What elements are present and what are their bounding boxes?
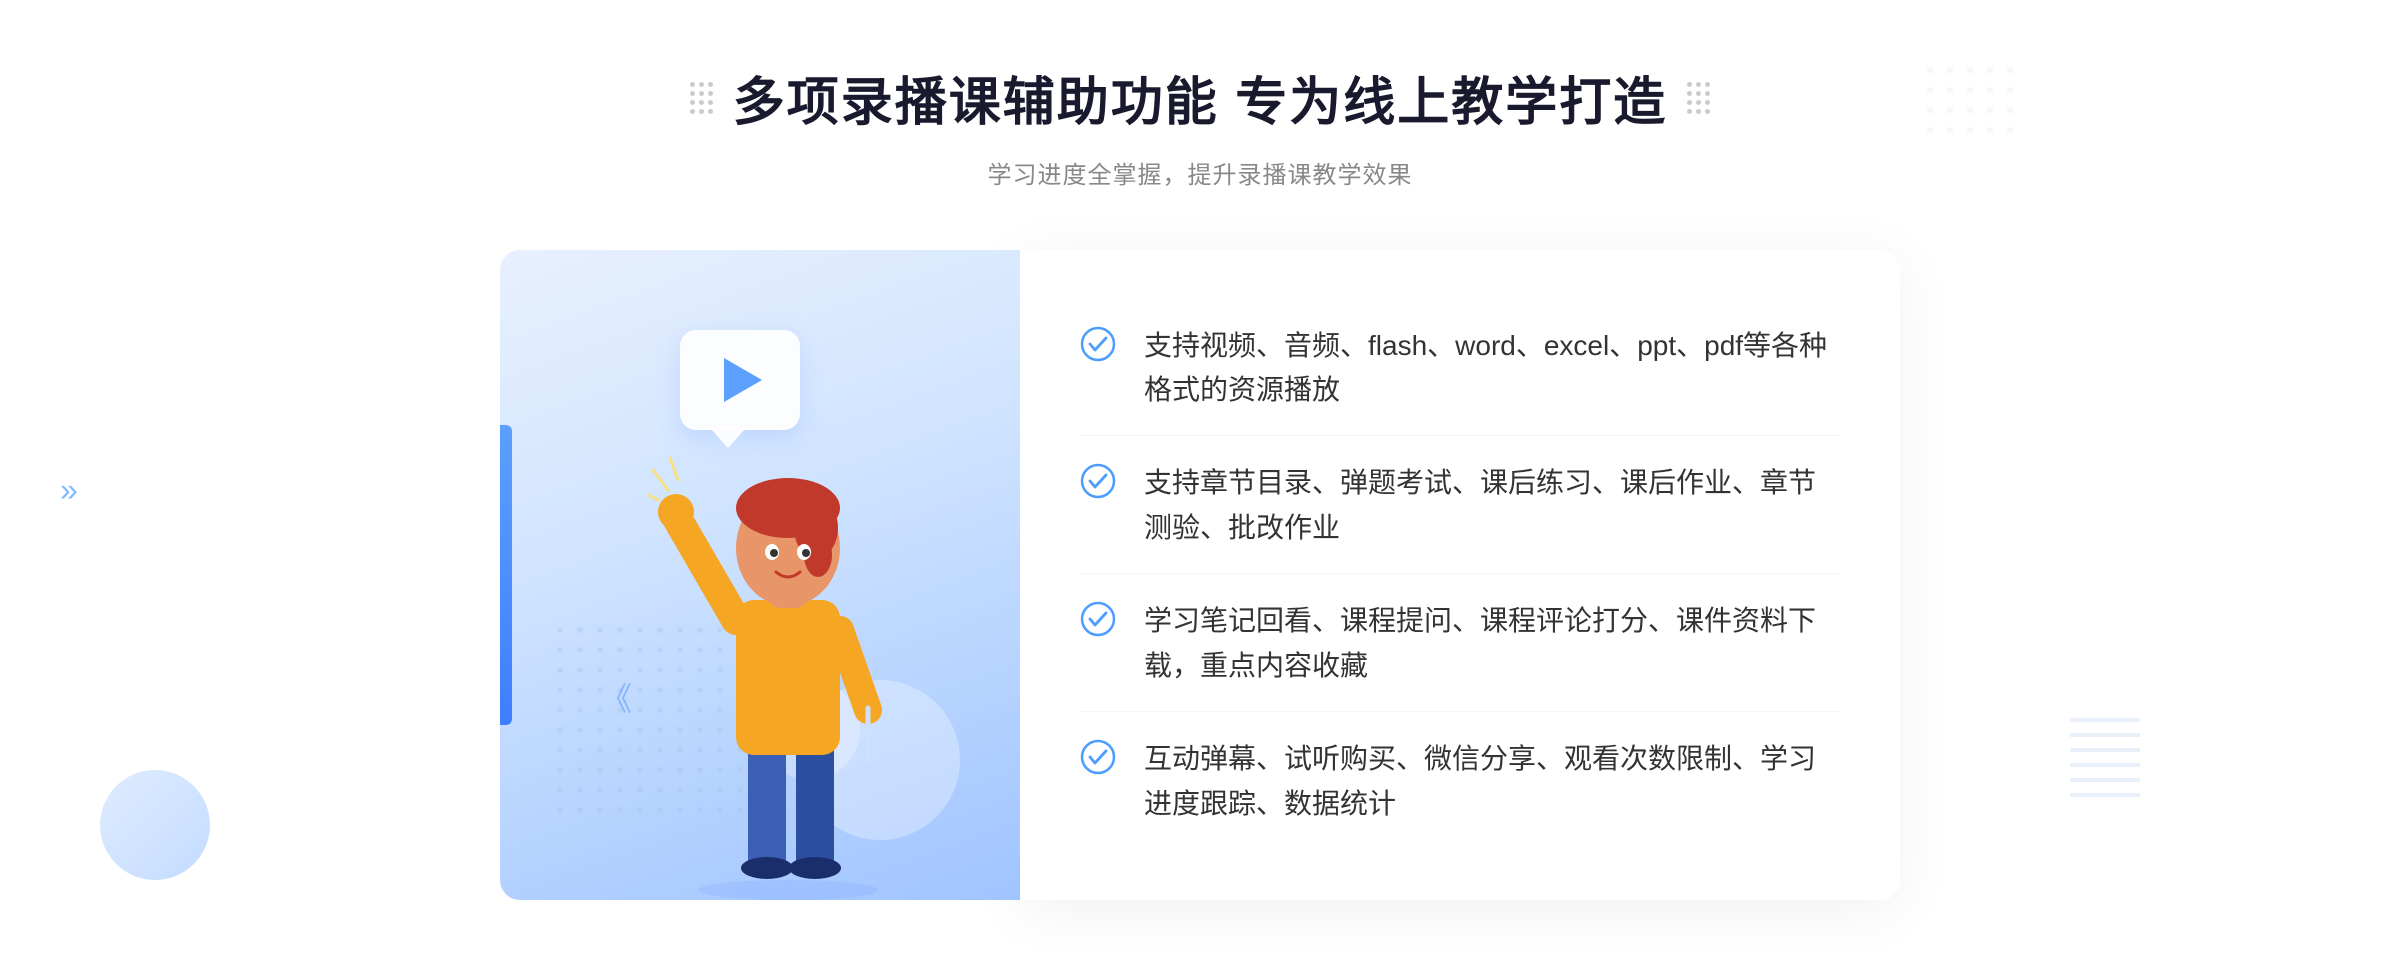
feature-item-2: 支持章节目录、弹题考试、课后练习、课后作业、章节测验、批改作业 [1080,439,1840,574]
main-title: 多项录播课辅助功能 专为线上教学打造 [733,60,1667,135]
check-icon-3 [1080,601,1116,637]
feature-text-2: 支持章节目录、弹题考试、课后练习、课后作业、章节测验、批改作业 [1144,461,1840,551]
feature-text-3: 学习笔记回看、课程提问、课程评论打分、课件资料下载，重点内容收藏 [1144,599,1840,689]
accent-bar [500,425,512,725]
check-icon-1 [1080,326,1116,362]
header-section: 多项录播课辅助功能 专为线上教学打造 学习进度全掌握，提升录播课教学效果 [690,60,1710,190]
feature-item-4: 互动弹幕、试听购买、微信分享、观看次数限制、学习进度跟踪、数据统计 [1080,715,1840,849]
left-title-dots [690,82,713,114]
person-illustration [648,400,928,900]
right-title-dots [1687,82,1710,114]
feature-text-4: 互动弹幕、试听购买、微信分享、观看次数限制、学习进度跟踪、数据统计 [1144,737,1840,827]
chevrons-decoration: 《 [600,674,632,720]
feature-item-3: 学习笔记回看、课程提问、课程评论打分、课件资料下载，重点内容收藏 [1080,577,1840,712]
feature-text-1: 支持视频、音频、flash、word、excel、ppt、pdf等各种格式的资源… [1144,324,1840,414]
play-triangle-icon [724,358,762,402]
features-area: 支持视频、音频、flash、word、excel、ppt、pdf等各种格式的资源… [1020,250,1900,900]
page-wrapper: 多项录播课辅助功能 专为线上教学打造 学习进度全掌握，提升录播课教学效果 [0,0,2400,980]
content-area: // generate dots in SVG 《 [500,250,1900,900]
subtitle: 学习进度全掌握，提升录播课教学效果 [690,155,1710,190]
title-row: 多项录播课辅助功能 专为线上教学打造 [690,60,1710,135]
feature-item-1: 支持视频、音频、flash、word、excel、ppt、pdf等各种格式的资源… [1080,302,1840,437]
check-icon-4 [1080,739,1116,775]
check-icon-2 [1080,463,1116,499]
illustration-area: // generate dots in SVG 《 [500,250,1020,900]
